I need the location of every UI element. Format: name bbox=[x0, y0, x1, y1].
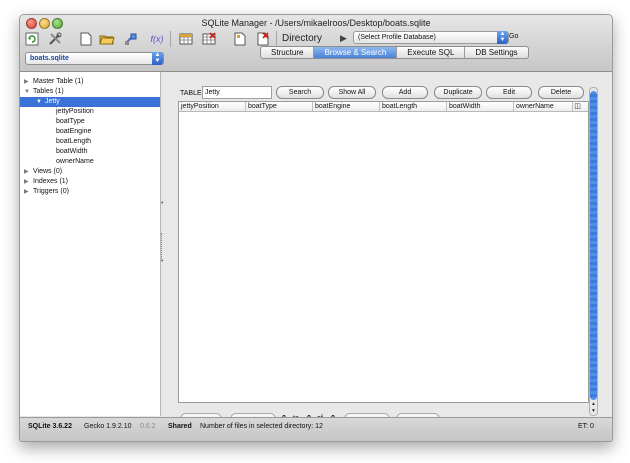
profile-select-value: (Select Profile Database) bbox=[358, 34, 436, 41]
scroll-down-arrow-icon[interactable]: ▼ bbox=[590, 408, 597, 414]
edit-button[interactable]: Edit bbox=[486, 86, 532, 99]
tree-item-column[interactable]: ownerName bbox=[56, 157, 94, 167]
table-label: TABLE bbox=[180, 90, 202, 97]
tree-item-indexes[interactable]: ▶ Indexes (1) bbox=[24, 177, 68, 187]
search-button[interactable]: Search bbox=[276, 86, 324, 99]
connect-icon[interactable] bbox=[123, 31, 139, 47]
data-grid[interactable]: jettyPosition boatType boatEngine boatLe… bbox=[178, 101, 589, 403]
add-button[interactable]: Add bbox=[382, 86, 428, 99]
status-bar: SQLite 3.6.22 Gecko 1.9.2.10 0.6.2 Share… bbox=[20, 417, 612, 441]
main-tabs: Structure Browse & Search Execute SQL DB… bbox=[260, 46, 529, 59]
grid-delete-icon[interactable] bbox=[201, 31, 217, 47]
column-header[interactable]: ownerName bbox=[514, 102, 573, 111]
column-picker-icon[interactable]: ◫ bbox=[573, 102, 582, 111]
tree-item-label: Triggers (0) bbox=[33, 188, 69, 195]
collapsed-triangle-icon[interactable]: ▶ bbox=[24, 187, 33, 197]
tab-execute-sql[interactable]: Execute SQL bbox=[397, 47, 466, 58]
collapsed-triangle-icon[interactable]: ▶ bbox=[24, 167, 33, 177]
directory-label[interactable]: Directory bbox=[282, 33, 322, 44]
go-button[interactable]: Go bbox=[509, 33, 518, 40]
splitter-grip-bottom[interactable]: • bbox=[161, 258, 164, 265]
grid-header: jettyPosition boatType boatEngine boatLe… bbox=[179, 102, 588, 112]
column-header[interactable]: boatEngine bbox=[313, 102, 380, 111]
extension-version: 0.6.2 bbox=[140, 423, 156, 430]
app-window: SQLite Manager - /Users/mikaelroos/Deskt… bbox=[19, 14, 613, 442]
database-select-value: boats.sqlite bbox=[30, 55, 69, 62]
tree-item-column[interactable]: jettyPosition bbox=[56, 107, 94, 117]
schema-tree-sidebar: ▶ Master Table (1) ▼ Tables (1) ▼ Jetty jet… bbox=[20, 72, 161, 416]
title-toolbar: SQLite Manager - /Users/mikaelroos/Deskt… bbox=[20, 15, 612, 72]
tree-item-label: Tables (1) bbox=[33, 88, 64, 95]
column-header[interactable]: boatType bbox=[246, 102, 313, 111]
toolbar-separator bbox=[170, 31, 171, 47]
tools-icon[interactable] bbox=[47, 31, 63, 47]
tree-item-views[interactable]: ▶ Views (0) bbox=[24, 167, 62, 177]
function-icon[interactable]: f(x) bbox=[146, 31, 168, 47]
column-header[interactable]: boatLength bbox=[380, 102, 447, 111]
database-select[interactable]: boats.sqlite ▲ ▼ bbox=[25, 52, 164, 65]
splitter-handle[interactable] bbox=[161, 233, 165, 259]
tree-item-column[interactable]: boatWidth bbox=[56, 147, 88, 157]
expanded-triangle-icon[interactable]: ▼ bbox=[36, 97, 45, 107]
vertical-scrollbar[interactable]: ▲ ▼ bbox=[589, 87, 598, 416]
refresh-icon[interactable] bbox=[24, 31, 40, 47]
scrollbar-thumb[interactable] bbox=[590, 91, 597, 400]
sqlite-version: SQLite 3.6.22 bbox=[28, 423, 72, 430]
directory-arrow-icon[interactable]: ▶ bbox=[340, 33, 347, 44]
profile-database-select[interactable]: (Select Profile Database) ▲ ▼ bbox=[353, 31, 509, 44]
select-arrows-icon: ▲ ▼ bbox=[152, 52, 163, 65]
tree-item-label: Jetty bbox=[45, 98, 60, 105]
column-header[interactable]: boatWidth bbox=[447, 102, 514, 111]
duplicate-button[interactable]: Duplicate bbox=[434, 86, 482, 99]
tree-item-column[interactable]: boatLength bbox=[56, 137, 91, 147]
toolbar-separator bbox=[276, 31, 277, 47]
execution-time: ET: 0 bbox=[578, 423, 594, 430]
open-folder-icon[interactable] bbox=[99, 31, 115, 47]
tree-item-column[interactable]: boatEngine bbox=[56, 127, 91, 137]
column-header[interactable]: jettyPosition bbox=[179, 102, 246, 111]
tree-item-label: Master Table (1) bbox=[33, 78, 84, 85]
delete-button[interactable]: Delete bbox=[538, 86, 584, 99]
shared-status: Shared bbox=[168, 423, 192, 430]
grid-table-icon[interactable] bbox=[178, 31, 194, 47]
scroll-up-arrow-icon[interactable]: ▲ bbox=[590, 401, 597, 407]
splitter-grip-top[interactable]: • bbox=[161, 200, 164, 207]
new-file-icon[interactable] bbox=[78, 31, 94, 47]
collapsed-triangle-icon[interactable]: ▶ bbox=[24, 177, 33, 187]
tree-item-jetty[interactable]: ▼ Jetty bbox=[20, 97, 160, 107]
expanded-triangle-icon[interactable]: ▼ bbox=[24, 87, 33, 97]
select-arrows-icon: ▲ ▼ bbox=[497, 31, 508, 44]
doc-add-icon[interactable] bbox=[232, 31, 248, 47]
tree-item-master-table[interactable]: ▶ Master Table (1) bbox=[24, 77, 83, 87]
show-all-button[interactable]: Show All bbox=[328, 86, 376, 99]
tree-item-label: Indexes (1) bbox=[33, 178, 69, 185]
gecko-version: Gecko 1.9.2.10 bbox=[84, 423, 132, 430]
tree-item-tables[interactable]: ▼ Tables (1) bbox=[24, 87, 64, 97]
doc-delete-icon[interactable] bbox=[255, 31, 271, 47]
window-title: SQLite Manager - /Users/mikaelroos/Deskt… bbox=[201, 18, 431, 28]
collapsed-triangle-icon[interactable]: ▶ bbox=[24, 77, 33, 87]
tree-item-label: Views (0) bbox=[33, 168, 63, 175]
browse-panel: TABLE Jetty Search Show All Add Duplicat… bbox=[166, 72, 612, 426]
tree-item-triggers[interactable]: ▶ Triggers (0) bbox=[24, 187, 69, 197]
tree-item-column[interactable]: boatType bbox=[56, 117, 85, 127]
table-name-input[interactable]: Jetty bbox=[202, 86, 272, 99]
files-info: Number of files in selected directory: 1… bbox=[200, 423, 323, 430]
tab-structure[interactable]: Structure bbox=[261, 47, 315, 58]
tab-db-settings[interactable]: DB Settings bbox=[465, 47, 527, 58]
tab-browse-search[interactable]: Browse & Search bbox=[314, 47, 398, 58]
